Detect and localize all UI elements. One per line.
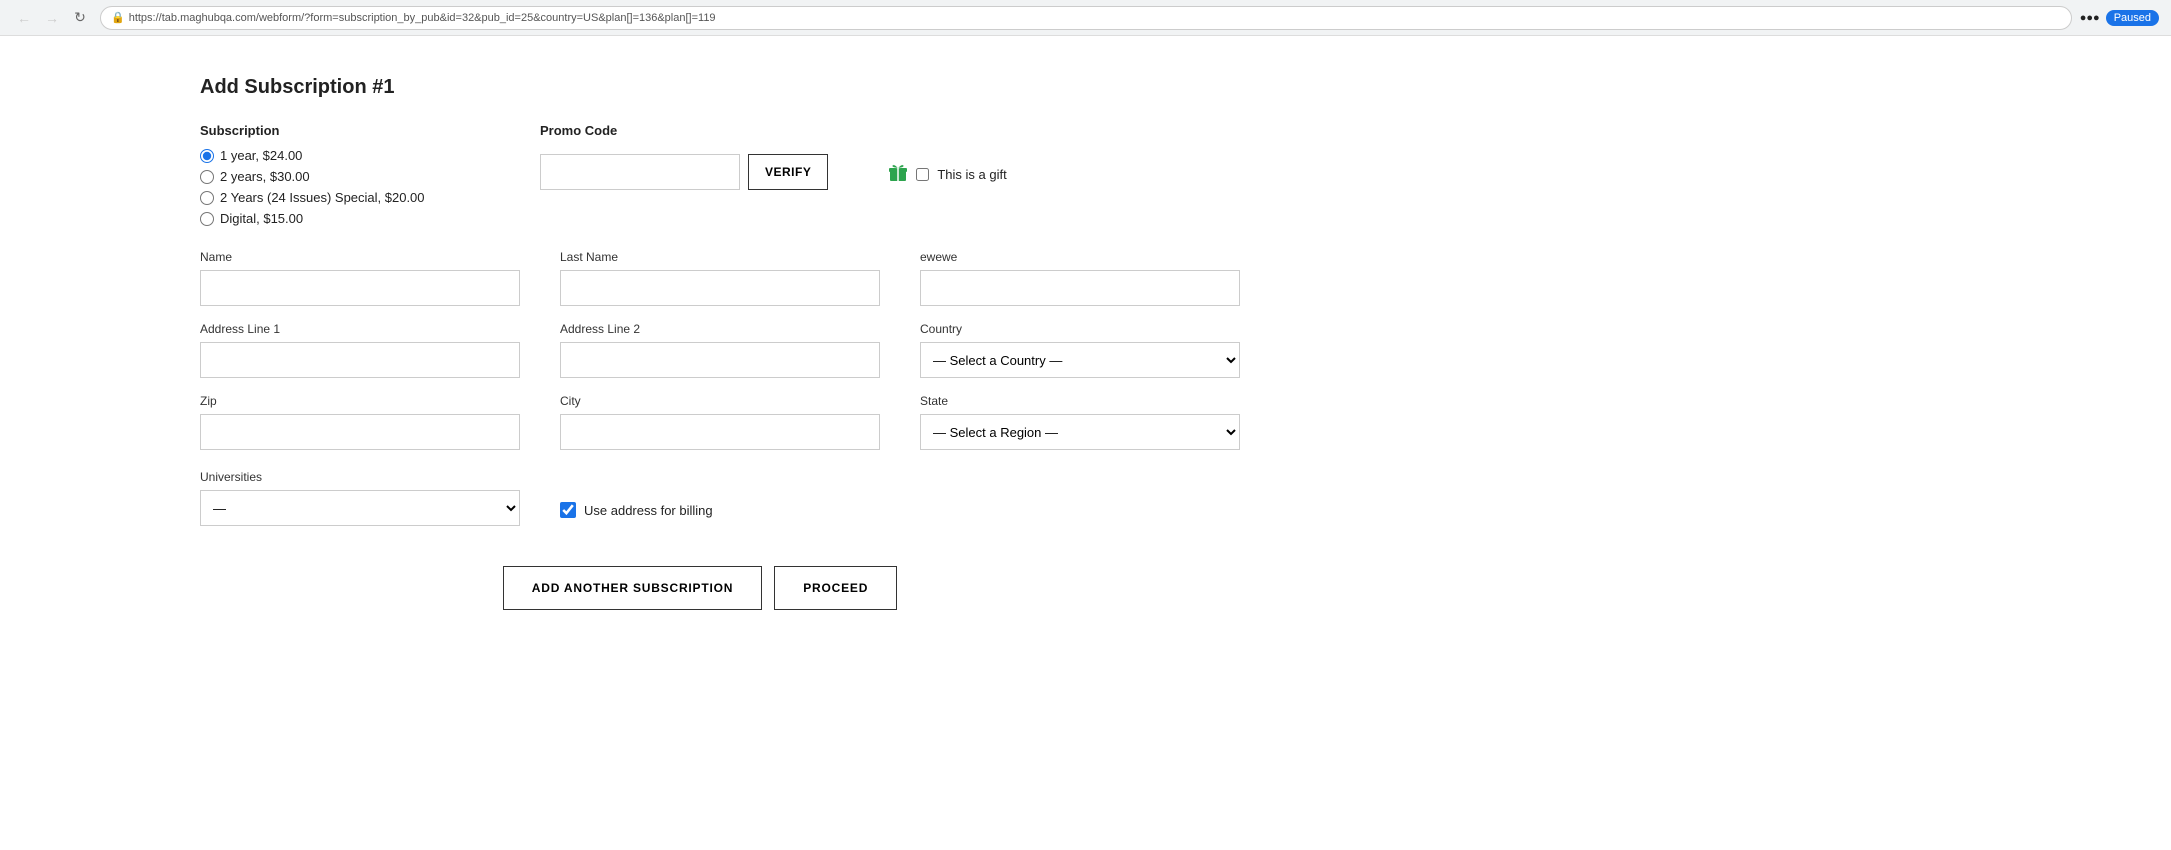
- name-label: Name: [200, 250, 520, 264]
- address-bar[interactable]: 🔒 https://tab.maghubqa.com/webform/?form…: [100, 6, 2072, 30]
- use-address-billing-label: Use address for billing: [584, 503, 713, 518]
- city-input[interactable]: [560, 414, 880, 450]
- subscription-radio-group: 1 year, $24.00 2 years, $30.00 2 Years (…: [200, 148, 480, 226]
- state-label: State: [920, 394, 1240, 408]
- page-title: Add Subscription #1: [200, 76, 1200, 99]
- action-buttons: ADD ANOTHER SUBSCRIPTION PROCEED: [200, 566, 1200, 610]
- subscription-section: Subscription 1 year, $24.00 2 years, $30…: [200, 123, 480, 226]
- form-fields: Name Last Name ewewe Address Line 1 Addr…: [200, 250, 1200, 450]
- gift-label: This is a gift: [937, 167, 1006, 182]
- last-name-input[interactable]: [560, 270, 880, 306]
- city-label: City: [560, 394, 880, 408]
- universities-select[interactable]: —: [200, 490, 520, 526]
- address1-input[interactable]: [200, 342, 520, 378]
- subscription-option-2-label: 2 years, $30.00: [220, 169, 310, 184]
- address2-label: Address Line 2: [560, 322, 880, 336]
- forward-button[interactable]: →: [40, 6, 64, 30]
- browser-chrome: ← → ↻ 🔒 https://tab.maghubqa.com/webform…: [0, 0, 2171, 36]
- subscription-option-4[interactable]: Digital, $15.00: [200, 211, 480, 226]
- subscription-radio-3[interactable]: [200, 191, 214, 205]
- subscription-option-3[interactable]: 2 Years (24 Issues) Special, $20.00: [200, 190, 480, 205]
- address1-label: Address Line 1: [200, 322, 520, 336]
- promo-section: Promo Code VERIFY: [540, 123, 828, 226]
- verify-button[interactable]: VERIFY: [748, 154, 828, 190]
- subscription-radio-1[interactable]: [200, 149, 214, 163]
- subscription-radio-4[interactable]: [200, 212, 214, 226]
- subscription-option-1-label: 1 year, $24.00: [220, 148, 302, 163]
- subscription-option-4-label: Digital, $15.00: [220, 211, 303, 226]
- subscription-option-2[interactable]: 2 years, $30.00: [200, 169, 480, 184]
- ewewe-input[interactable]: [920, 270, 1240, 306]
- country-field-group: Country — Select a Country —: [920, 322, 1240, 378]
- universities-label: Universities: [200, 470, 520, 484]
- address1-field-group: Address Line 1: [200, 322, 520, 378]
- gift-checkbox[interactable]: [916, 168, 929, 181]
- subscription-option-1[interactable]: 1 year, $24.00: [200, 148, 480, 163]
- promo-input[interactable]: [540, 154, 740, 190]
- name-field-group: Name: [200, 250, 520, 306]
- zip-input[interactable]: [200, 414, 520, 450]
- subscription-label: Subscription: [200, 123, 480, 138]
- gift-icon: [888, 162, 908, 187]
- address2-field-group: Address Line 2: [560, 322, 880, 378]
- url-text: https://tab.maghubqa.com/webform/?form=s…: [129, 12, 716, 24]
- country-label: Country: [920, 322, 1240, 336]
- bottom-row: Universities — Use address for billing: [200, 470, 1200, 526]
- subscription-option-3-label: 2 Years (24 Issues) Special, $20.00: [220, 190, 425, 205]
- state-select[interactable]: — Select a Region —: [920, 414, 1240, 450]
- use-address-billing-row: Use address for billing: [560, 470, 880, 526]
- add-another-subscription-button[interactable]: ADD ANOTHER SUBSCRIPTION: [503, 566, 762, 610]
- proceed-button[interactable]: PROCEED: [774, 566, 897, 610]
- use-address-billing-checkbox[interactable]: [560, 502, 576, 518]
- city-field-group: City: [560, 394, 880, 450]
- address2-input[interactable]: [560, 342, 880, 378]
- ewewe-field-group: ewewe: [920, 250, 1240, 306]
- gift-section: This is a gift: [888, 123, 1006, 226]
- ewewe-label: ewewe: [920, 250, 1240, 264]
- promo-label: Promo Code: [540, 123, 828, 138]
- zip-field-group: Zip: [200, 394, 520, 450]
- reload-button[interactable]: ↻: [68, 6, 92, 30]
- last-name-field-group: Last Name: [560, 250, 880, 306]
- paused-badge: Paused: [2106, 10, 2159, 26]
- state-field-group: State — Select a Region —: [920, 394, 1240, 450]
- subscription-radio-2[interactable]: [200, 170, 214, 184]
- name-input[interactable]: [200, 270, 520, 306]
- last-name-label: Last Name: [560, 250, 880, 264]
- universities-field-group: Universities —: [200, 470, 520, 526]
- browser-extensions: ●●● Paused: [2080, 10, 2159, 26]
- zip-label: Zip: [200, 394, 520, 408]
- back-button[interactable]: ←: [12, 6, 36, 30]
- country-select[interactable]: — Select a Country —: [920, 342, 1240, 378]
